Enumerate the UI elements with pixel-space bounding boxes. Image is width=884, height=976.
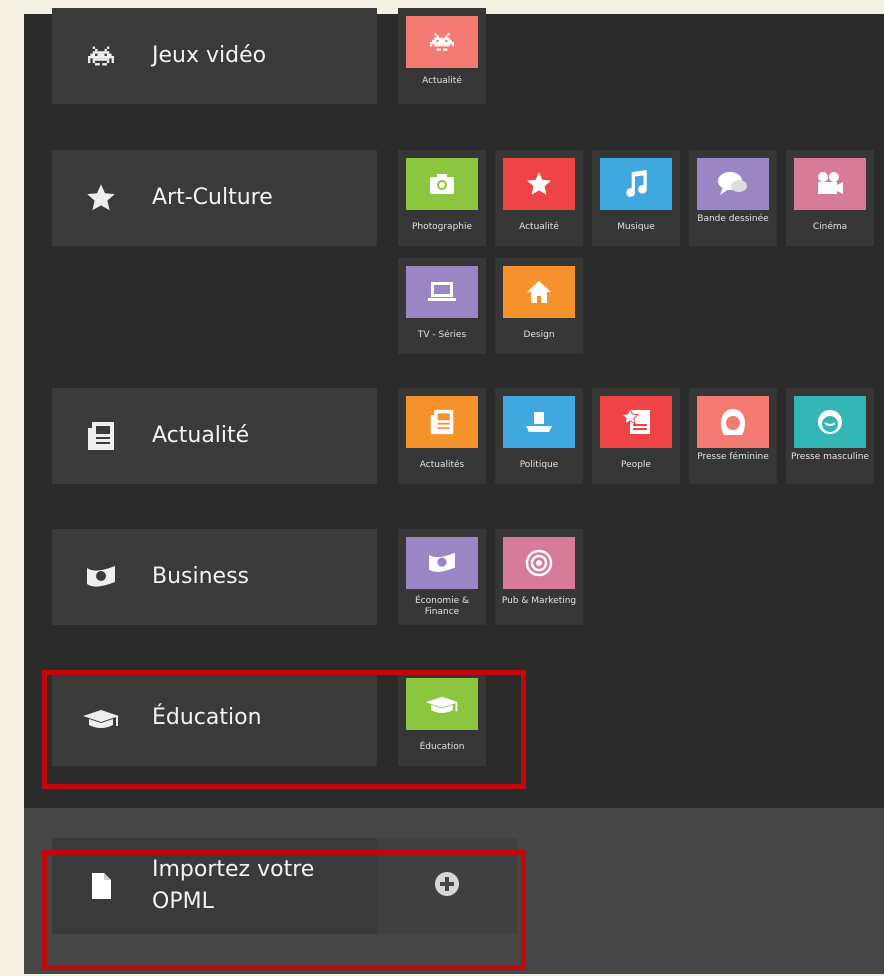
- tile-label: Photographie: [411, 222, 473, 232]
- tile-cinema[interactable]: Cinéma: [786, 150, 874, 246]
- space-invader-icon: [406, 16, 478, 68]
- tile-label: Actualités: [419, 460, 465, 470]
- tile-economie-finance[interactable]: Économie & Finance: [398, 529, 486, 625]
- tile-label: Cinéma: [812, 222, 848, 232]
- tile-label: Actualité: [519, 222, 559, 232]
- star-news-icon: [600, 396, 672, 448]
- music-note-icon: [600, 158, 672, 210]
- podium-icon: [503, 396, 575, 448]
- category-business[interactable]: Business: [52, 529, 377, 625]
- tile-presse-feminine[interactable]: Presse féminine: [689, 388, 777, 484]
- tile-pub-marketing[interactable]: Pub & Marketing: [495, 529, 583, 625]
- money-icon: [406, 537, 478, 589]
- tile-tv-series[interactable]: TV - Séries: [398, 258, 486, 354]
- tile-label: Pub & Marketing: [501, 596, 577, 606]
- star-icon: [78, 175, 124, 221]
- speech-bubble-icon: [697, 158, 769, 210]
- category-label: Art-Culture: [152, 185, 273, 210]
- tile-label: Presse masculine: [791, 452, 869, 462]
- tile-label: Musique: [617, 222, 655, 232]
- tile-art-actualite[interactable]: Actualité: [495, 150, 583, 246]
- money-icon: [78, 554, 124, 600]
- tile-politique[interactable]: Politique: [495, 388, 583, 484]
- newspaper-icon: [78, 413, 124, 459]
- laptop-icon: [406, 266, 478, 318]
- category-label: Business: [152, 564, 250, 589]
- tile-label: Bande dessinée: [697, 214, 769, 224]
- tile-photographie[interactable]: Photographie: [398, 150, 486, 246]
- house-icon: [503, 266, 575, 318]
- tile-bande-dessinee[interactable]: Bande dessinée: [689, 150, 777, 246]
- tile-label: People: [621, 460, 651, 470]
- category-panel: Jeux vidéo Actualité Art-Culture Photogr…: [24, 8, 884, 974]
- highlight-education: [42, 670, 526, 789]
- camera-icon: [406, 158, 478, 210]
- tile-label: Politique: [519, 460, 559, 470]
- category-label: Actualité: [152, 423, 250, 448]
- tile-label: Design: [523, 330, 555, 340]
- man-face-icon: [794, 396, 866, 448]
- tile-jeux-actualite[interactable]: Actualité: [398, 8, 486, 104]
- category-art-culture[interactable]: Art-Culture: [52, 150, 377, 246]
- tile-design[interactable]: Design: [495, 258, 583, 354]
- space-invader-icon: [78, 33, 124, 79]
- category-label: Jeux vidéo: [152, 43, 267, 68]
- page-background-left: [0, 14, 24, 976]
- tile-actualites[interactable]: Actualités: [398, 388, 486, 484]
- tile-label: Presse féminine: [697, 452, 769, 462]
- film-camera-icon: [794, 158, 866, 210]
- target-icon: [503, 537, 575, 589]
- highlight-import-opml: [42, 850, 526, 970]
- category-jeux-video[interactable]: Jeux vidéo: [52, 8, 377, 104]
- tile-people[interactable]: People: [592, 388, 680, 484]
- category-actualite[interactable]: Actualité: [52, 388, 377, 484]
- woman-face-icon: [697, 396, 769, 448]
- tile-musique[interactable]: Musique: [592, 150, 680, 246]
- tile-label: Actualité: [422, 76, 462, 86]
- star-icon: [503, 158, 575, 210]
- tile-presse-masculine[interactable]: Presse masculine: [786, 388, 874, 484]
- newspaper-icon: [406, 396, 478, 448]
- tile-label: Économie & Finance: [414, 596, 470, 617]
- tile-label: TV - Séries: [417, 330, 467, 340]
